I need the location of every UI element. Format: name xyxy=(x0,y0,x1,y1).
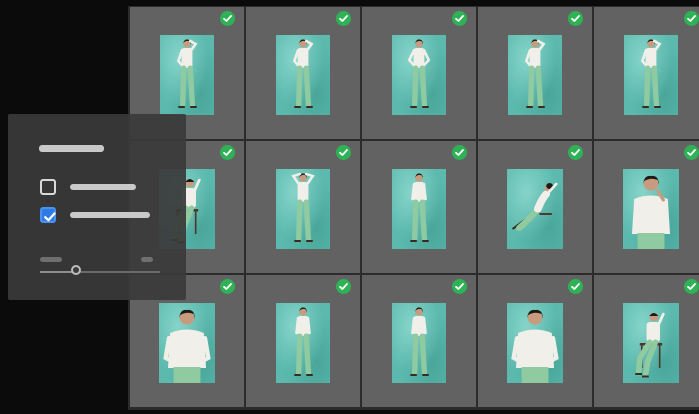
range-min-placeholder xyxy=(40,257,62,262)
photo-thumbnail[interactable] xyxy=(594,7,699,139)
model-figure xyxy=(407,39,431,108)
check-circle-icon[interactable] xyxy=(684,279,699,294)
checkmark-icon xyxy=(223,283,232,290)
check-circle-icon[interactable] xyxy=(684,145,699,160)
photo-image xyxy=(276,169,330,249)
photo-thumbnail[interactable] xyxy=(478,275,592,407)
checkbox-empty-icon[interactable] xyxy=(40,179,56,195)
checkmark-icon xyxy=(223,15,232,22)
check-circle-icon[interactable] xyxy=(568,11,583,26)
model-figure xyxy=(410,173,429,242)
check-circle-icon[interactable] xyxy=(452,145,467,160)
photo-image xyxy=(623,169,679,249)
model-figure xyxy=(163,309,211,383)
photo-thumbnail[interactable] xyxy=(246,7,360,139)
checkmark-icon xyxy=(223,149,232,156)
check-circle-icon[interactable] xyxy=(336,145,351,160)
checkmark-icon xyxy=(687,149,696,156)
checkmark-icon xyxy=(455,149,464,156)
filter-panel xyxy=(8,114,186,300)
photo-grid xyxy=(130,7,699,409)
photo-thumbnail[interactable] xyxy=(362,275,476,407)
checkmark-icon xyxy=(571,15,580,22)
photo-image xyxy=(276,35,330,115)
model-figure xyxy=(291,172,315,242)
photo-image xyxy=(623,303,679,383)
model-figure xyxy=(292,39,314,108)
checkmark-icon xyxy=(571,149,580,156)
model-figure xyxy=(631,175,671,249)
photo-library-view xyxy=(0,0,699,414)
model-figure xyxy=(524,39,546,108)
range-max-placeholder xyxy=(141,257,153,262)
photo-image xyxy=(624,35,678,115)
check-circle-icon[interactable] xyxy=(220,11,235,26)
model-figure xyxy=(635,312,665,378)
check-circle-icon[interactable] xyxy=(336,11,351,26)
model-figure xyxy=(294,307,313,376)
photo-image xyxy=(507,169,563,249)
option-label-placeholder xyxy=(70,184,136,190)
checkmark-icon xyxy=(44,212,56,222)
check-circle-icon[interactable] xyxy=(568,145,583,160)
model-figure xyxy=(511,182,558,231)
slider-thumb-icon[interactable] xyxy=(71,265,81,275)
check-circle-icon[interactable] xyxy=(684,11,699,26)
check-circle-icon[interactable] xyxy=(452,11,467,26)
photo-image xyxy=(159,303,215,383)
model-figure xyxy=(640,39,662,108)
photo-thumbnail[interactable] xyxy=(246,141,360,273)
checkmark-icon xyxy=(455,15,464,22)
check-circle-icon[interactable] xyxy=(568,279,583,294)
checkmark-icon xyxy=(339,283,348,290)
photo-thumbnail[interactable] xyxy=(246,275,360,407)
photo-image xyxy=(392,35,446,115)
checkmark-icon xyxy=(339,15,348,22)
checkmark-icon xyxy=(339,149,348,156)
checkmark-icon xyxy=(571,283,580,290)
photo-image xyxy=(276,303,330,383)
checkmark-icon xyxy=(687,283,696,290)
model-figure xyxy=(410,307,429,376)
photo-image xyxy=(392,169,446,249)
photo-image xyxy=(160,35,214,115)
photo-image xyxy=(392,303,446,383)
checkbox-checked-icon[interactable] xyxy=(40,207,56,223)
checkmark-icon xyxy=(455,283,464,290)
photo-thumbnail[interactable] xyxy=(594,275,699,407)
checkmark-icon xyxy=(687,15,696,22)
photo-thumbnail[interactable] xyxy=(594,141,699,273)
photo-thumbnail[interactable] xyxy=(478,7,592,139)
photo-thumbnail[interactable] xyxy=(362,141,476,273)
photo-thumbnail[interactable] xyxy=(478,141,592,273)
photo-thumbnail[interactable] xyxy=(362,7,476,139)
check-circle-icon[interactable] xyxy=(220,145,235,160)
option-label-placeholder xyxy=(70,212,150,218)
model-figure xyxy=(176,39,198,108)
check-circle-icon[interactable] xyxy=(452,279,467,294)
photo-image xyxy=(508,35,562,115)
check-circle-icon[interactable] xyxy=(336,279,351,294)
panel-title-placeholder xyxy=(39,145,104,152)
check-circle-icon[interactable] xyxy=(220,279,235,294)
slider-track[interactable] xyxy=(40,271,160,273)
photo-image xyxy=(507,303,563,383)
model-figure xyxy=(511,309,559,383)
